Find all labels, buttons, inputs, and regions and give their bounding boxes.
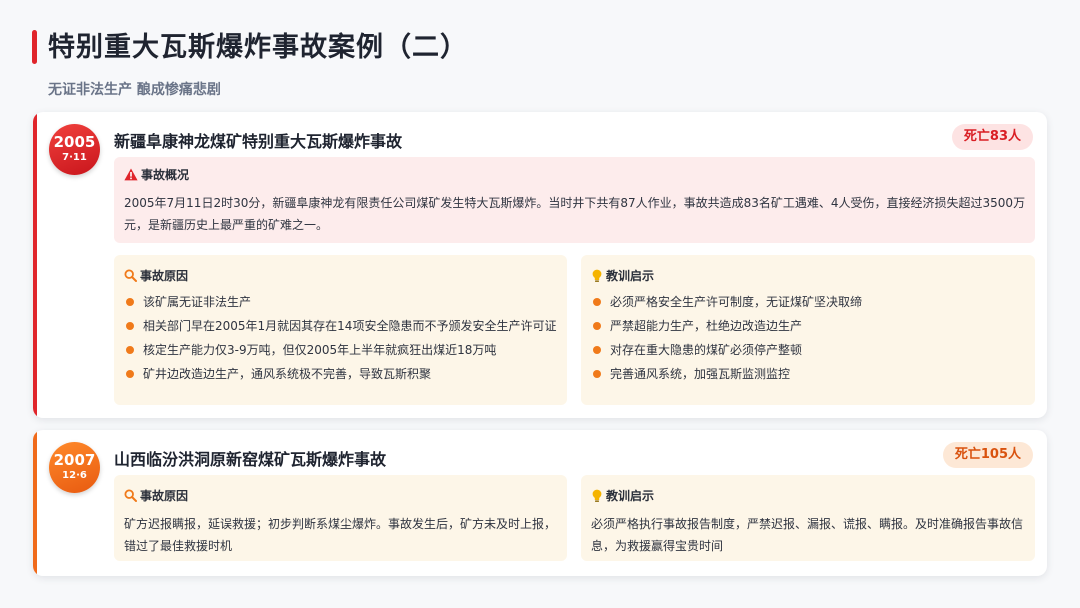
case-card-2005: 2005 7·11 新疆阜康神龙煤矿特别重大瓦斯爆炸事故 死亡83人 事故概况 … — [33, 112, 1047, 418]
causes-heading-label: 事故原因 — [140, 269, 189, 283]
search-icon — [124, 489, 137, 502]
lessons-heading-label: 教训启示 — [606, 489, 655, 503]
date-label: 7·11 — [62, 152, 87, 163]
list-item: 该矿属无证非法生产 — [124, 291, 560, 313]
lessons-heading: 教训启示 — [591, 487, 654, 504]
date-label: 12·6 — [62, 470, 87, 481]
page-subtitle: 无证非法生产 酿成惨痛悲剧 — [48, 82, 221, 98]
list-item-text: 该矿属无证非法生产 — [143, 295, 252, 309]
death-toll-badge: 死亡83人 — [951, 124, 1033, 150]
search-icon — [124, 269, 137, 282]
list-item: 完善通风系统，加强瓦斯监测监控 — [591, 363, 1027, 385]
case-title: 新疆阜康神龙煤矿特别重大瓦斯爆炸事故 — [114, 132, 403, 151]
list-item-text: 核定生产能力仅3-9万吨，但仅2005年上半年就疯狂出煤近18万吨 — [143, 343, 497, 357]
list-item-text: 严禁超能力生产，杜绝边改造边生产 — [610, 319, 803, 333]
overview-box: 事故概况 2005年7月11日2时30分，新疆阜康神龙有限责任公司煤矿发生特大瓦… — [114, 157, 1035, 243]
lessons-list: 必须严格安全生产许可制度，无证煤矿坚决取缔 严禁超能力生产，杜绝边改造边生产 对… — [591, 291, 1027, 387]
page-title: 特别重大瓦斯爆炸事故案例（二） — [48, 32, 468, 63]
overview-heading-label: 事故概况 — [141, 168, 190, 182]
causes-heading: 事故原因 — [124, 267, 188, 284]
year-label: 2007 — [53, 451, 96, 469]
causes-heading-label: 事故原因 — [140, 489, 189, 503]
case-title: 山西临汾洪洞原新窑煤矿瓦斯爆炸事故 — [114, 450, 387, 469]
bullet-dot — [126, 370, 134, 378]
slide: 特别重大瓦斯爆炸事故案例（二） 无证非法生产 酿成惨痛悲剧 2005 7·11 … — [0, 0, 1080, 608]
bullet-dot — [126, 322, 134, 330]
year-label: 2005 — [53, 133, 96, 151]
causes-list: 该矿属无证非法生产 相关部门早在2005年1月就因其存在14项安全隐患而不予颁发… — [124, 291, 560, 387]
list-item: 必须严格安全生产许可制度，无证煤矿坚决取缔 — [591, 291, 1027, 313]
year-badge: 2007 12·6 — [49, 442, 100, 493]
list-item: 核定生产能力仅3-9万吨，但仅2005年上半年就疯狂出煤近18万吨 — [124, 339, 560, 361]
overview-text: 2005年7月11日2时30分，新疆阜康神龙有限责任公司煤矿发生特大瓦斯爆炸。当… — [124, 196, 1026, 232]
bullet-dot — [593, 322, 601, 330]
title-accent-bar — [32, 30, 37, 64]
lessons-box: 教训启示 必须严格执行事故报告制度，严禁迟报、漏报、谎报、瞒报。及时准确报告事故… — [581, 475, 1035, 561]
lightbulb-icon — [592, 269, 602, 282]
causes-heading: 事故原因 — [124, 487, 188, 504]
lessons-text: 必须严格执行事故报告制度，严禁迟报、漏报、谎报、瞒报。及时准确报告事故信息，为救… — [591, 517, 1024, 553]
list-item: 对存在重大隐患的煤矿必须停产整顿 — [591, 339, 1027, 361]
list-item: 相关部门早在2005年1月就因其存在14项安全隐患而不予颁发安全生产许可证 — [124, 315, 560, 337]
list-item-text: 必须严格安全生产许可制度，无证煤矿坚决取缔 — [610, 295, 863, 309]
causes-box: 事故原因 该矿属无证非法生产 相关部门早在2005年1月就因其存在14项安全隐患… — [114, 255, 567, 405]
bullet-dot — [593, 346, 601, 354]
overview-heading: 事故概况 — [124, 166, 189, 183]
warning-icon — [124, 168, 138, 181]
causes-text: 矿方迟报瞒报，延误救援；初步判断系煤尘爆炸。事故发生后，矿方未及时上报，错过了最… — [124, 517, 557, 553]
causes-box: 事故原因 矿方迟报瞒报，延误救援；初步判断系煤尘爆炸。事故发生后，矿方未及时上报… — [114, 475, 567, 561]
bullet-dot — [593, 370, 601, 378]
list-item-text: 矿井边改造边生产，通风系统极不完善，导致瓦斯积聚 — [143, 367, 432, 381]
list-item-text: 对存在重大隐患的煤矿必须停产整顿 — [610, 343, 803, 357]
lessons-box: 教训启示 必须严格安全生产许可制度，无证煤矿坚决取缔 严禁超能力生产，杜绝边改造… — [581, 255, 1035, 405]
list-item-text: 相关部门早在2005年1月就因其存在14项安全隐患而不予颁发安全生产许可证 — [143, 319, 557, 333]
lightbulb-icon — [592, 489, 602, 502]
card-accent-bar — [33, 430, 37, 576]
lessons-heading-label: 教训启示 — [606, 269, 655, 283]
death-toll-badge: 死亡105人 — [942, 442, 1033, 468]
card-accent-bar — [33, 112, 37, 418]
bullet-dot — [126, 346, 134, 354]
bullet-dot — [593, 298, 601, 306]
list-item: 矿井边改造边生产，通风系统极不完善，导致瓦斯积聚 — [124, 363, 560, 385]
lessons-heading: 教训启示 — [591, 267, 654, 284]
bullet-dot — [126, 298, 134, 306]
year-badge: 2005 7·11 — [49, 124, 100, 175]
list-item-text: 完善通风系统，加强瓦斯监测监控 — [610, 367, 791, 381]
list-item: 严禁超能力生产，杜绝边改造边生产 — [591, 315, 1027, 337]
case-card-2007: 2007 12·6 山西临汾洪洞原新窑煤矿瓦斯爆炸事故 死亡105人 事故原因 … — [33, 430, 1047, 576]
